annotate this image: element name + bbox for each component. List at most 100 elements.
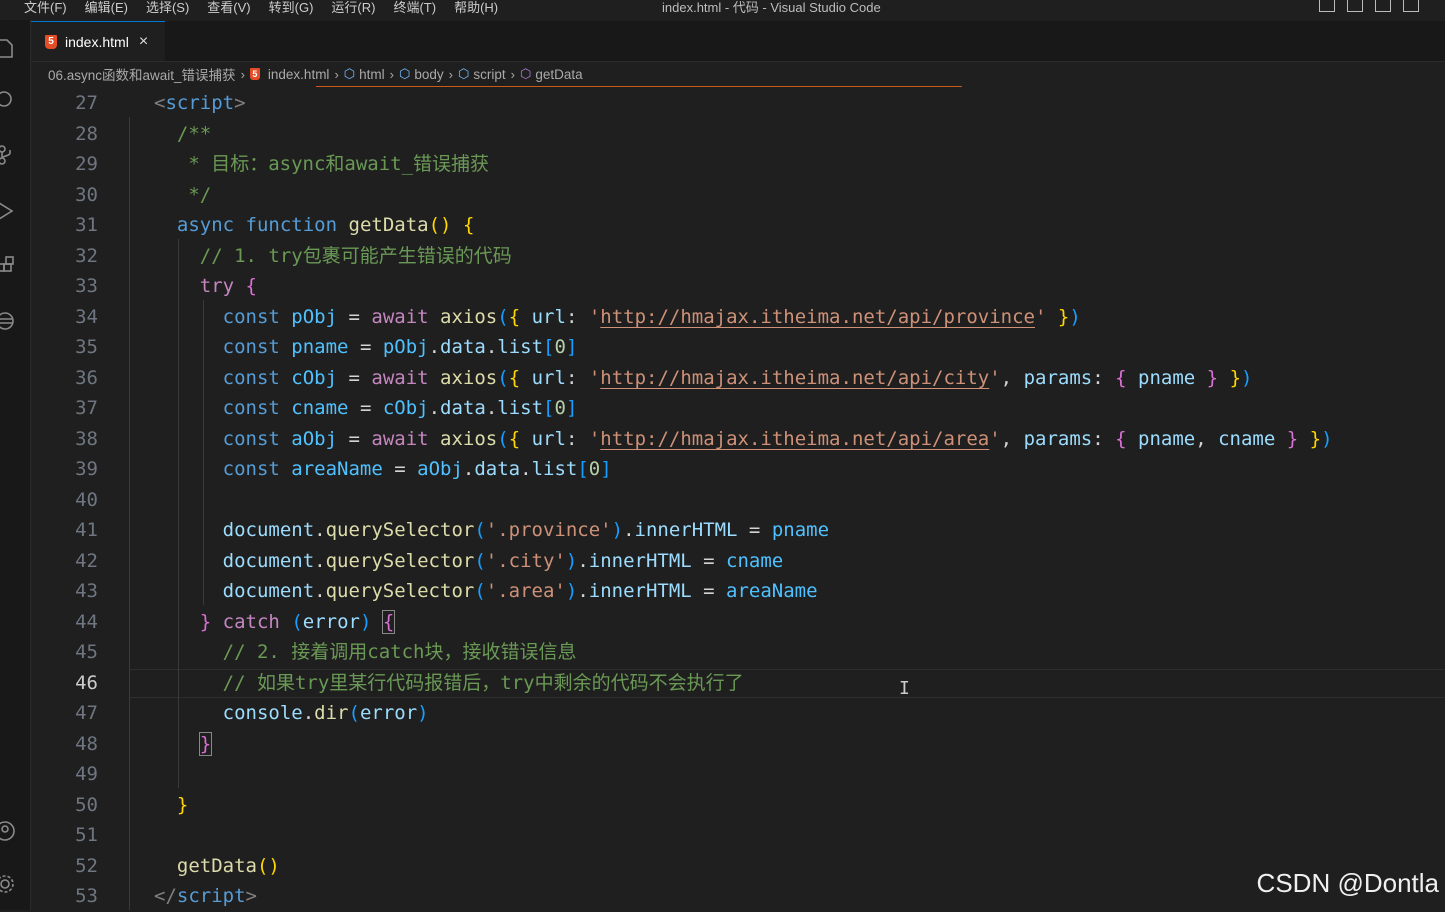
menu-help[interactable]: 帮助(H) [454,0,498,16]
line-number: 37 [75,397,98,419]
html5-file-icon: 5 [45,34,57,49]
source-control-icon[interactable] [0,144,16,166]
chevron-right-icon: › [510,66,515,82]
menu-terminal[interactable]: 终端(T) [393,0,436,16]
breadcrumb-symbol-label: getData [535,66,583,82]
tab-label: index.html [65,33,129,50]
html5-file-icon: 5 [249,68,260,80]
line-number: 51 [75,824,98,846]
breadcrumb-folder[interactable]: 06.async函数和await_错误捕获 [48,64,236,84]
breadcrumb-symbol-getdata[interactable]: ⬡ getData [520,66,583,82]
breadcrumb-file[interactable]: 5 index.html [249,66,330,82]
window-title: index.html - 代码 - Visual Studio Code [662,0,881,15]
explorer-icon[interactable] [0,37,16,59]
code-line-34: const pObj = await axios({ url: 'http://… [222,305,1081,328]
tab-index-html[interactable]: 5 index.html × [31,21,165,61]
line-number: 42 [75,549,98,572]
text-cursor-icon: I [899,678,910,699]
code-line-53: </script> [154,885,257,907]
code-line-52: getData() [176,854,280,877]
menu-bar: 文件(F) 编辑(E) 选择(S) 查看(V) 转到(G) 运行(R) 终端(T… [24,0,516,16]
line-number: 52 [75,854,98,877]
tab-close-icon[interactable]: × [139,33,148,51]
menu-run[interactable]: 运行(R) [331,0,375,16]
code-line-29: * 目标：async和await_错误捕获 [176,153,490,175]
line-number: 44 [75,610,98,633]
line-number: 38 [75,427,98,450]
settings-gear-icon[interactable] [0,873,16,895]
code-line-27: <script> [154,92,246,114]
watermark: CSDN @Dontla [1256,868,1439,898]
chevron-right-icon: › [389,66,394,82]
line-number: 33 [75,275,98,297]
line-number: 29 [75,153,98,175]
line-number: 39 [75,458,98,480]
menu-file[interactable]: 文件(F) [24,0,67,16]
code-line-46: // 如果try里某行代码报错后，try中剩余的代码不会执行了 [222,671,744,694]
chevron-right-icon: › [448,66,453,82]
run-debug-icon[interactable] [0,200,16,222]
code-line-41: document.querySelector('.province').inne… [222,519,830,541]
code-line-47: console.dir(error) [222,702,429,724]
line-number: 31 [75,214,98,236]
code-line-50: } [176,793,189,816]
code-line-37: const cname = cObj.data.list[0] [222,397,578,419]
customize-layout-icon[interactable] [1403,0,1419,12]
symbol-method-icon: ⬡ [519,66,532,81]
extensions-icon[interactable] [0,255,16,277]
code-line-28: /** [176,122,212,145]
code-editor[interactable]: 27 28 29 30 31 32 33 34 35 36 37 38 39 4… [31,88,1445,910]
breadcrumb-symbol-label: body [414,66,444,82]
line-number: 48 [75,732,98,755]
code-line-35: const pname = pObj.data.list[0] [222,336,578,358]
line-number: 50 [75,793,98,816]
symbol-element-icon: ⬡ [457,66,470,81]
line-number: 47 [75,702,98,724]
menu-go[interactable]: 转到(G) [269,0,314,16]
symbol-element-icon: ⬡ [399,66,411,81]
code-line-42: document.querySelector('.city').innerHTM… [222,549,784,572]
line-number: 53 [75,885,98,907]
line-number: 28 [75,122,98,145]
breadcrumb-symbol-html[interactable]: ⬡ html [344,66,385,82]
layout-controls [1319,0,1419,12]
breadcrumb-symbol-script[interactable]: ⬡ script [458,66,506,82]
line-number: 35 [75,336,98,358]
code-line-30: */ [176,183,212,206]
code-line-45: // 2. 接着调用catch块，接收错误信息 [222,641,577,663]
code-line-32: // 1. try包裹可能产生错误的代码 [199,244,512,267]
toggle-sidebar-icon[interactable] [1319,0,1335,12]
toggle-panel-icon[interactable] [1347,0,1363,12]
line-number-active: 46 [75,671,98,694]
line-number: 49 [75,763,98,785]
breadcrumb-file-label: index.html [267,66,330,82]
line-number: 32 [75,244,98,267]
accounts-icon[interactable] [0,820,16,842]
search-icon[interactable] [0,89,16,111]
remote-explorer-icon[interactable] [0,310,16,332]
menu-edit[interactable]: 编辑(E) [85,0,128,16]
chevron-right-icon: › [334,66,339,82]
line-number: 40 [75,488,98,511]
activity-bar [0,20,31,910]
chevron-right-icon: › [240,66,245,82]
breadcrumb-symbol-label: html [359,66,385,82]
breadcrumb-symbol-label: script [473,66,506,82]
code-line-31: async function getData() { [176,214,475,236]
code-line-38: const aObj = await axios({ url: 'http://… [222,427,1333,450]
line-number: 36 [75,366,98,389]
line-number: 34 [75,305,98,328]
toggle-secondary-sidebar-icon[interactable] [1375,0,1391,12]
line-number: 30 [75,183,98,206]
code-line-39: const areaName = aObj.data.list[0] [222,458,612,480]
title-bar: 文件(F) 编辑(E) 选择(S) 查看(V) 转到(G) 运行(R) 终端(T… [0,0,1445,20]
code-line-44: } catch (error) { [199,609,396,634]
menu-selection[interactable]: 选择(S) [146,0,189,16]
code-line-48: } [198,731,213,756]
menu-view[interactable]: 查看(V) [207,0,250,16]
line-number: 27 [75,92,98,114]
breadcrumb-divider [316,86,962,87]
breadcrumb-symbol-body[interactable]: ⬡ body [399,66,444,82]
line-number: 45 [75,641,98,663]
code-line-36: const cObj = await axios({ url: 'http://… [222,366,1253,389]
